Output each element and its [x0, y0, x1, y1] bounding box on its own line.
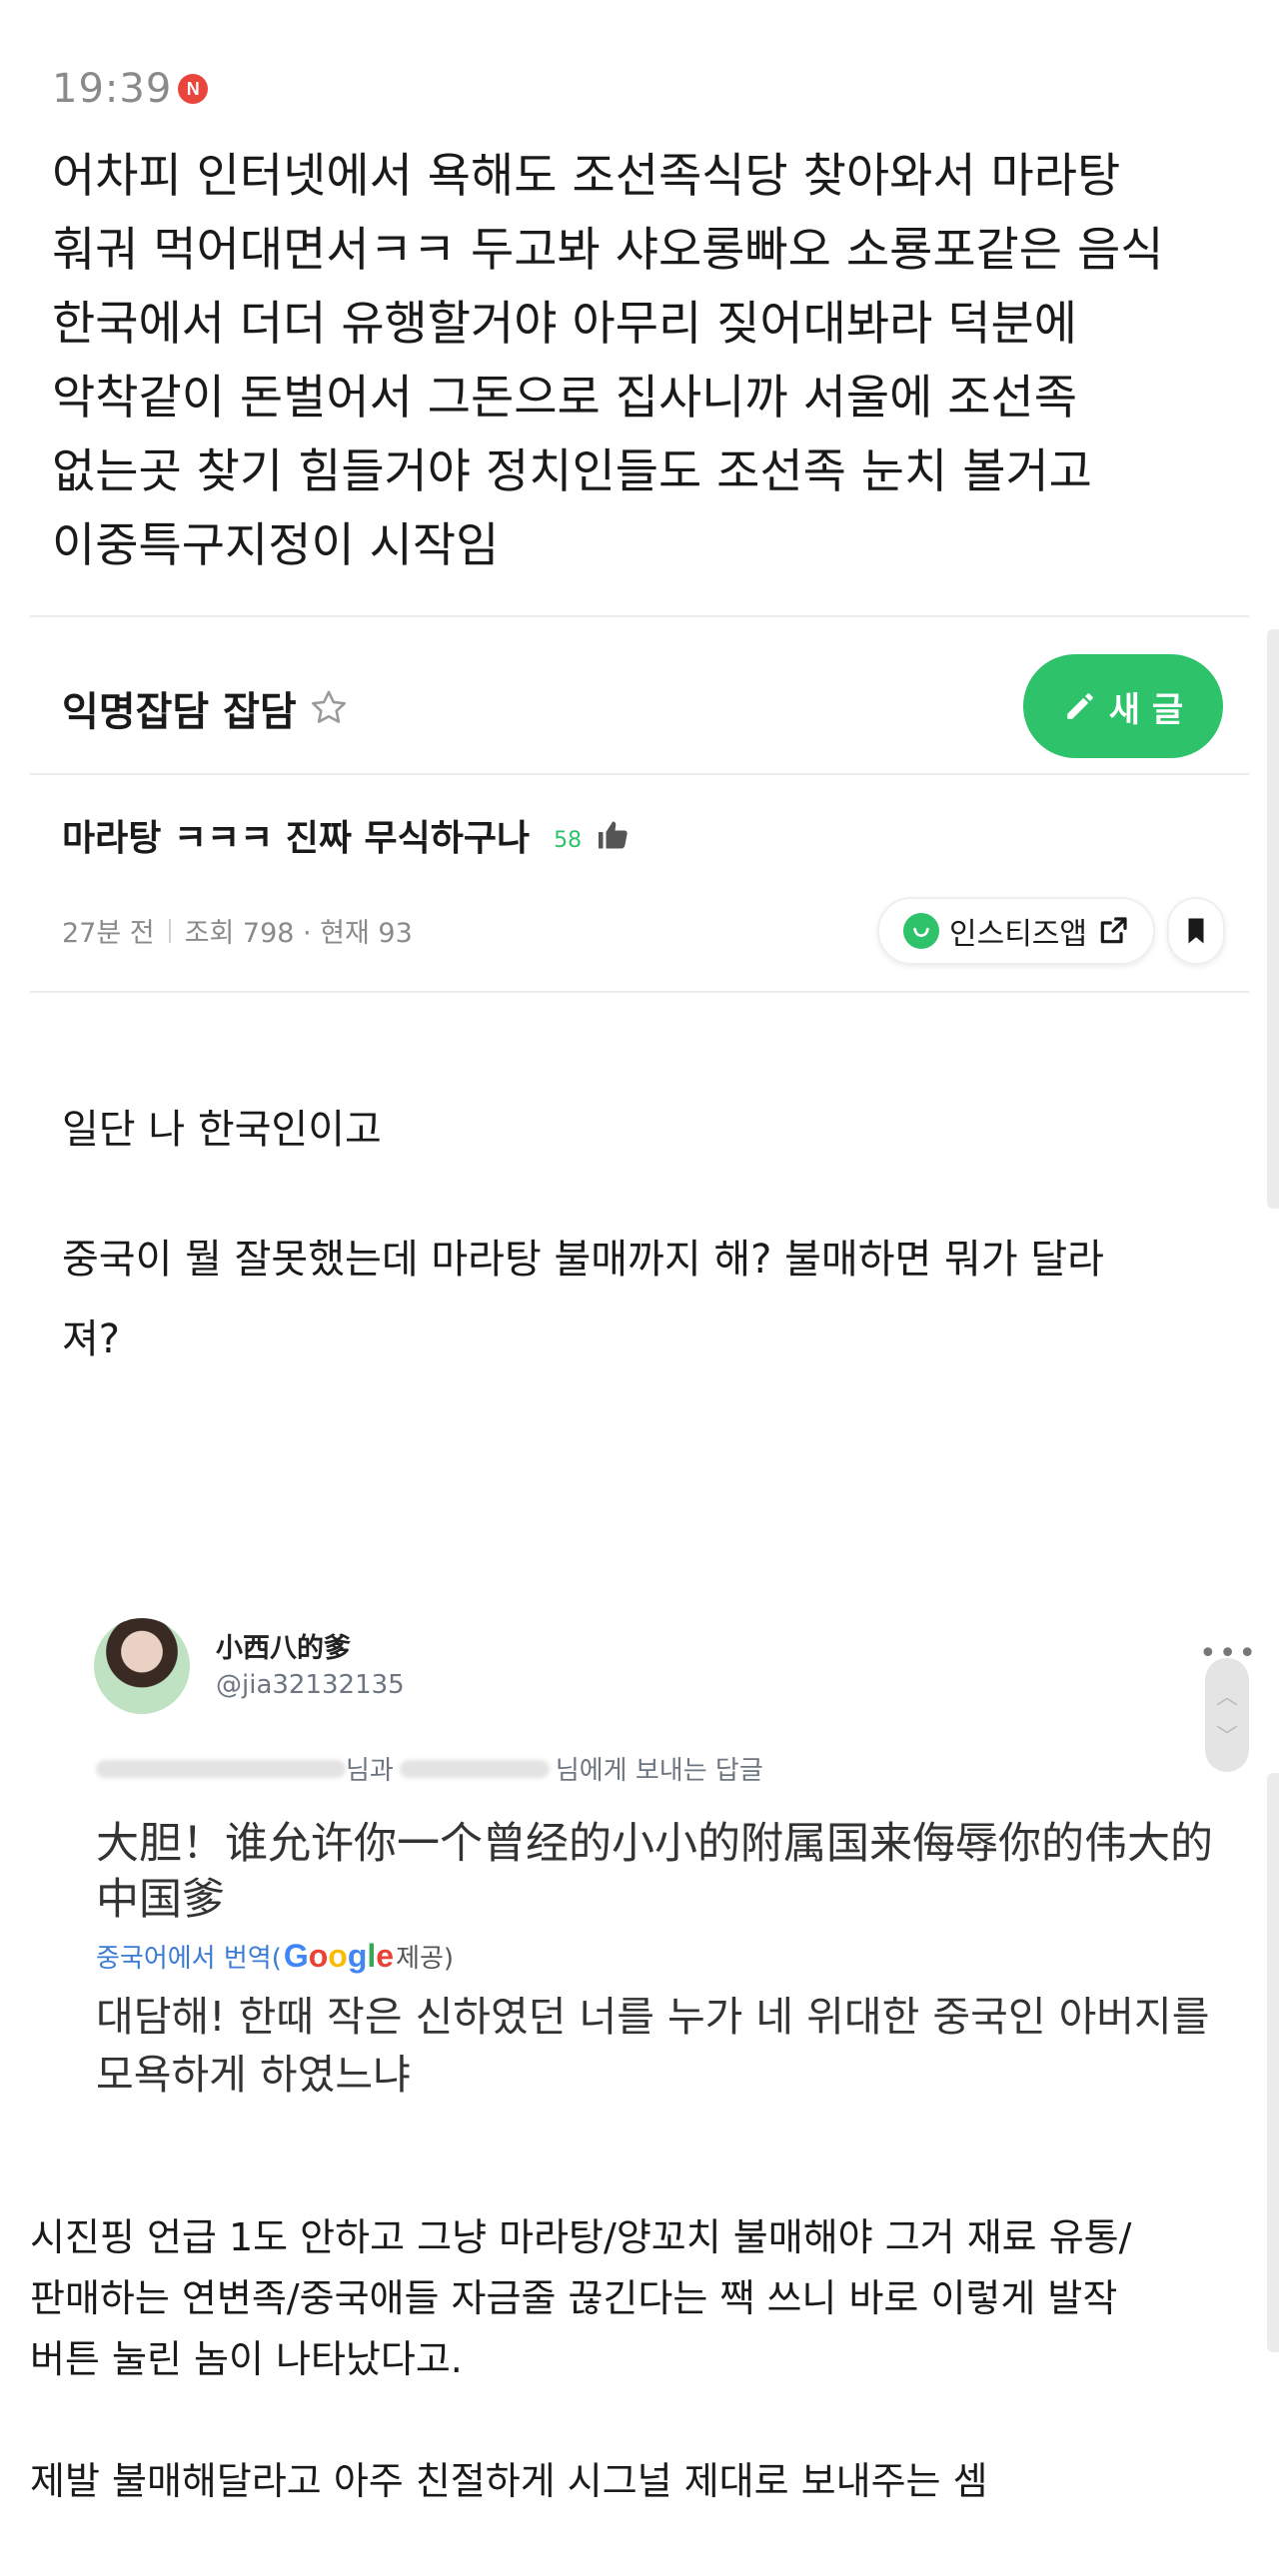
- top-comment-line: 어차피 인터넷에서 욕해도 조선족식당 찾아와서 마라탕: [52, 149, 1121, 204]
- scroll-control: ︿ ﹀: [1205, 1658, 1249, 1772]
- google-logo: Google: [283, 1938, 395, 1974]
- scrollbar[interactable]: [1267, 1773, 1279, 2352]
- top-comment-line: 이중특구지정이 시작임: [52, 518, 500, 573]
- new-post-label: 새 글: [1108, 689, 1184, 730]
- meta-separator: [168, 918, 171, 943]
- open-app-button[interactable]: 인스티즈앱: [877, 897, 1155, 965]
- translation-attribution: 중국어에서 번역( Google 제공): [96, 1938, 454, 1975]
- translate-prefix: 중국어에서 번역(: [96, 1944, 282, 1974]
- top-comment-line: 한국에서 더더 유행할거야 아무리 짖어대봐라 덕분에: [52, 297, 1077, 352]
- embed-handle: @jia32132135: [216, 1670, 405, 1700]
- status-time: 19:39 N: [52, 66, 209, 112]
- post-header: 마라탕 ㅋㅋㅋ 진짜 무식하구나 58: [62, 809, 632, 861]
- embedded-screenshot: 小西八的爹 @jia32132135 ••• ︿ ﹀ 님과 님에게 보내는 답글…: [80, 1598, 1259, 2138]
- embed-display-name: 小西八的爹: [216, 1633, 351, 1664]
- post-body-line: 일단 나 한국인이고: [62, 1107, 382, 1153]
- top-comment-line: 훠궈 먹어대면서ㅋㅋ 두고봐 샤오롱빠오 소룡포같은 음식: [52, 223, 1164, 278]
- original-chinese-text: 大胆！谁允许你一个曾经的小小的附属国来侮辱你的伟大的中国爹: [96, 1819, 1213, 1925]
- footer-line: 제발 불매해달라고 아주 친절하게 시그널 제대로 보내주는 셈: [30, 2459, 988, 2503]
- star-outline-icon[interactable]: [307, 686, 351, 730]
- chevron-up-icon: ︿: [1215, 1685, 1238, 1710]
- avatar: [94, 1618, 190, 1714]
- post-meta: 27분 전 조회 798 · 현재 93: [62, 911, 413, 950]
- top-comment-line: 없는곳 찾기 힘들거야 정치인들도 조선족 눈치 볼거고: [52, 444, 1092, 499]
- thumbs-up-icon[interactable]: [596, 817, 632, 853]
- post-time: 27분 전: [62, 918, 155, 949]
- translated-text: 대담해! 한때 작은 신하였던 너를 누가 네 위대한 중국인 아버지를 모욕하…: [96, 1993, 1210, 2099]
- footer-line: 버튼 눌린 놈이 나타났다고.: [30, 2337, 463, 2381]
- footer-line: 판매하는 연변족/중국애들 자금줄 끊긴다는 짹 쓰니 바로 이렇게 발작: [30, 2276, 1118, 2320]
- redacted-name: [399, 1759, 550, 1778]
- external-link-icon: [1100, 917, 1127, 944]
- post-views: 조회 798 · 현재 93: [184, 918, 413, 949]
- scrollbar[interactable]: [1267, 629, 1279, 1209]
- chevron-down-icon: ﹀: [1215, 1725, 1238, 1750]
- time-text: 19:39: [52, 66, 173, 112]
- redacted-name: [96, 1759, 346, 1778]
- bookmark-button[interactable]: [1167, 897, 1225, 965]
- reply-to-suffix: 님에게 보내는 답글: [555, 1756, 763, 1786]
- pencil-icon: [1067, 693, 1093, 719]
- post-body-line: 중국이 뭘 잘못했는데 마라탕 불매까지 해? 불매하면 뭐가 달라: [62, 1237, 1104, 1283]
- divider: [30, 991, 1249, 993]
- translate-suffix: 제공): [396, 1944, 455, 1974]
- footer-line: [30, 2390, 1259, 2451]
- divider: [30, 773, 1249, 775]
- reply-to-line: 님과 님에게 보내는 답글: [96, 1750, 763, 1787]
- notification-badge-icon: N: [178, 74, 209, 104]
- top-comment: 어차피 인터넷에서 욕해도 조선족식당 찾아와서 마라탕 훠궈 먹어대면서ㅋㅋ …: [52, 140, 1251, 583]
- app-logo-icon: [903, 913, 939, 949]
- post-body-line: 져?: [62, 1316, 121, 1362]
- post-title: 마라탕 ㅋㅋㅋ 진짜 무식하구나: [62, 818, 531, 859]
- reply-to-and: 님과: [346, 1756, 394, 1786]
- footer-line: 시진핑 언급 1도 안하고 그냥 마라탕/양꼬치 불매해야 그거 재료 유통/: [30, 2215, 1132, 2259]
- open-app-label: 인스티즈앱: [949, 917, 1087, 952]
- bookmark-icon: [1188, 918, 1204, 944]
- divider: [30, 615, 1249, 617]
- footer-commentary: 시진핑 언급 1도 안하고 그냥 마라탕/양꼬치 불매해야 그거 재료 유통/ …: [30, 2207, 1259, 2512]
- like-count: 58: [554, 827, 583, 853]
- board-header: 익명잡담 잡담: [62, 679, 351, 737]
- board-title[interactable]: 익명잡담 잡담: [62, 679, 297, 737]
- new-post-button[interactable]: 새 글: [1023, 654, 1223, 758]
- top-comment-line: 악착같이 돈벌어서 그돈으로 집사니까 서울에 조선족: [52, 371, 1077, 426]
